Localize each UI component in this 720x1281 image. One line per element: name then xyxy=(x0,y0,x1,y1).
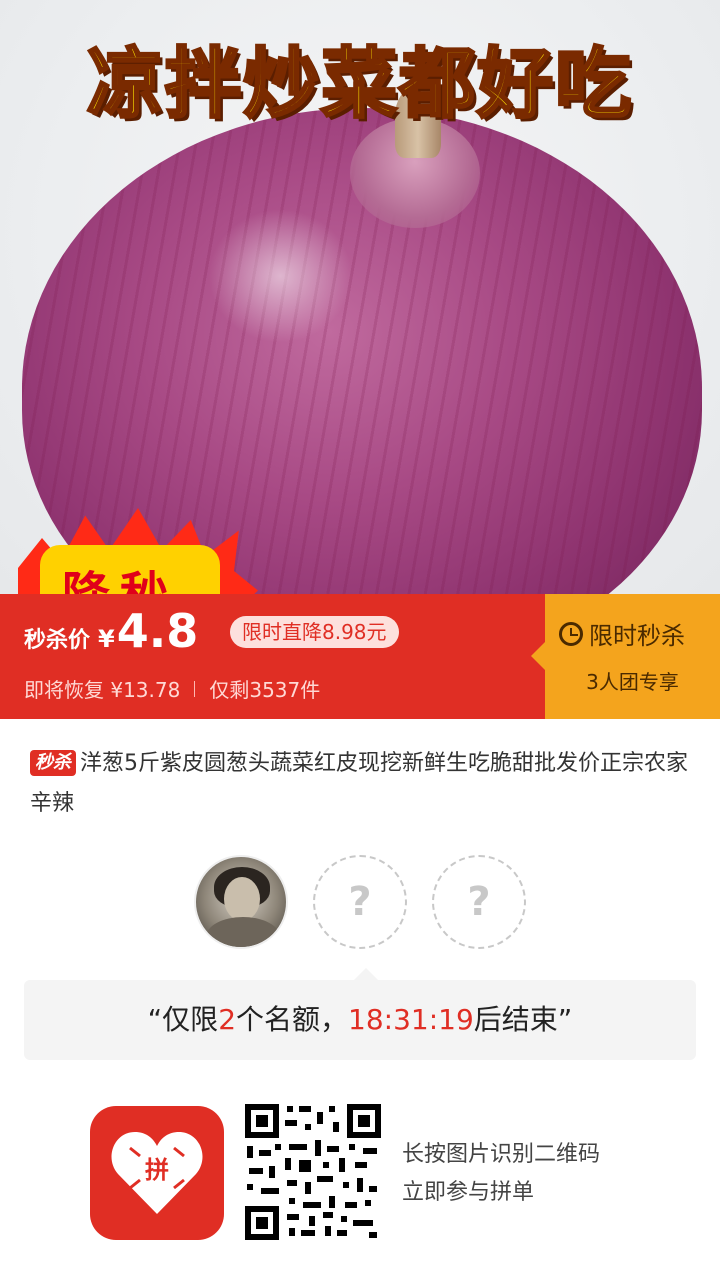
pinduoduo-logo: 拼 xyxy=(90,1106,224,1240)
countdown-timer: 18:31:19 xyxy=(348,1003,474,1036)
price-drop-badge: 限时直降8.98元 xyxy=(230,616,399,648)
slots-count: 2 xyxy=(218,1003,237,1036)
empty-slot[interactable]: ? xyxy=(432,855,526,949)
empty-slot[interactable]: ? xyxy=(313,855,407,949)
alarm-clock-icon xyxy=(559,621,583,646)
price-currency: ¥ xyxy=(98,625,115,653)
avatar-face xyxy=(224,877,260,921)
countdown-box: “仅限2个名额，18:31:19后结束” xyxy=(24,968,696,1060)
logo-text: 拼 xyxy=(145,1156,169,1184)
price-section: 秒杀价 ¥ 4.8 限时直降8.98元 即将恢复 ¥13.78 仅剩3537件 xyxy=(0,594,545,719)
group-members: ? ? xyxy=(0,855,720,951)
price-label: 秒杀价 xyxy=(24,628,91,653)
quote-open: “仅限 xyxy=(147,1003,219,1036)
promo-burst-text: 降秒 xyxy=(62,555,178,594)
divider xyxy=(194,680,196,697)
product-title-text: 洋葱5斤紫皮圆葱头蔬菜红皮现挖新鲜生吃脆甜批发价正宗农家辛辣 xyxy=(30,751,688,816)
avatar-shoulder xyxy=(206,917,280,947)
quote-close: 后结束” xyxy=(473,1003,573,1036)
price-value: 4.8 xyxy=(116,604,199,658)
question-mark-icon: ? xyxy=(348,879,372,925)
quote-mid: 个名额， xyxy=(236,1003,349,1036)
flash-sale-row: 限时秒杀 xyxy=(559,616,685,651)
scan-line-2: 立即参与拼单 xyxy=(402,1180,535,1205)
stock-remaining-text: 仅剩3537件 xyxy=(209,678,321,702)
question-mark-icon: ? xyxy=(467,879,491,925)
product-image-headline: 凉拌炒菜都好吃 xyxy=(86,38,633,130)
product-image: 凉拌炒菜都好吃 降秒 xyxy=(0,0,720,594)
qr-code[interactable] xyxy=(245,1104,381,1240)
restore-price-text: 即将恢复 ¥13.78 xyxy=(24,678,181,702)
price-banner: 秒杀价 ¥ 4.8 限时直降8.98元 即将恢复 ¥13.78 仅剩3537件 … xyxy=(0,594,720,719)
product-title: 秒杀 洋葱5斤紫皮圆葱头蔬菜红皮现挖新鲜生吃脆甜批发价正宗农家辛辣 xyxy=(30,744,695,824)
price-row: 秒杀价 ¥ 4.8 xyxy=(24,608,198,654)
flash-sale-label: 限时秒杀 xyxy=(589,622,685,650)
flash-sale-section: 限时秒杀 3人团专享 xyxy=(531,594,720,719)
restore-row: 即将恢复 ¥13.78 仅剩3537件 xyxy=(24,674,320,703)
group-only-label: 3人团专享 xyxy=(586,670,679,694)
qr-code-pattern xyxy=(245,1104,381,1240)
user-avatar[interactable] xyxy=(194,855,288,949)
flash-sale-tag: 秒杀 xyxy=(30,750,76,776)
scan-instruction: 长按图片识别二维码 立即参与拼单 xyxy=(402,1136,600,1212)
scan-line-1: 长按图片识别二维码 xyxy=(402,1142,601,1167)
